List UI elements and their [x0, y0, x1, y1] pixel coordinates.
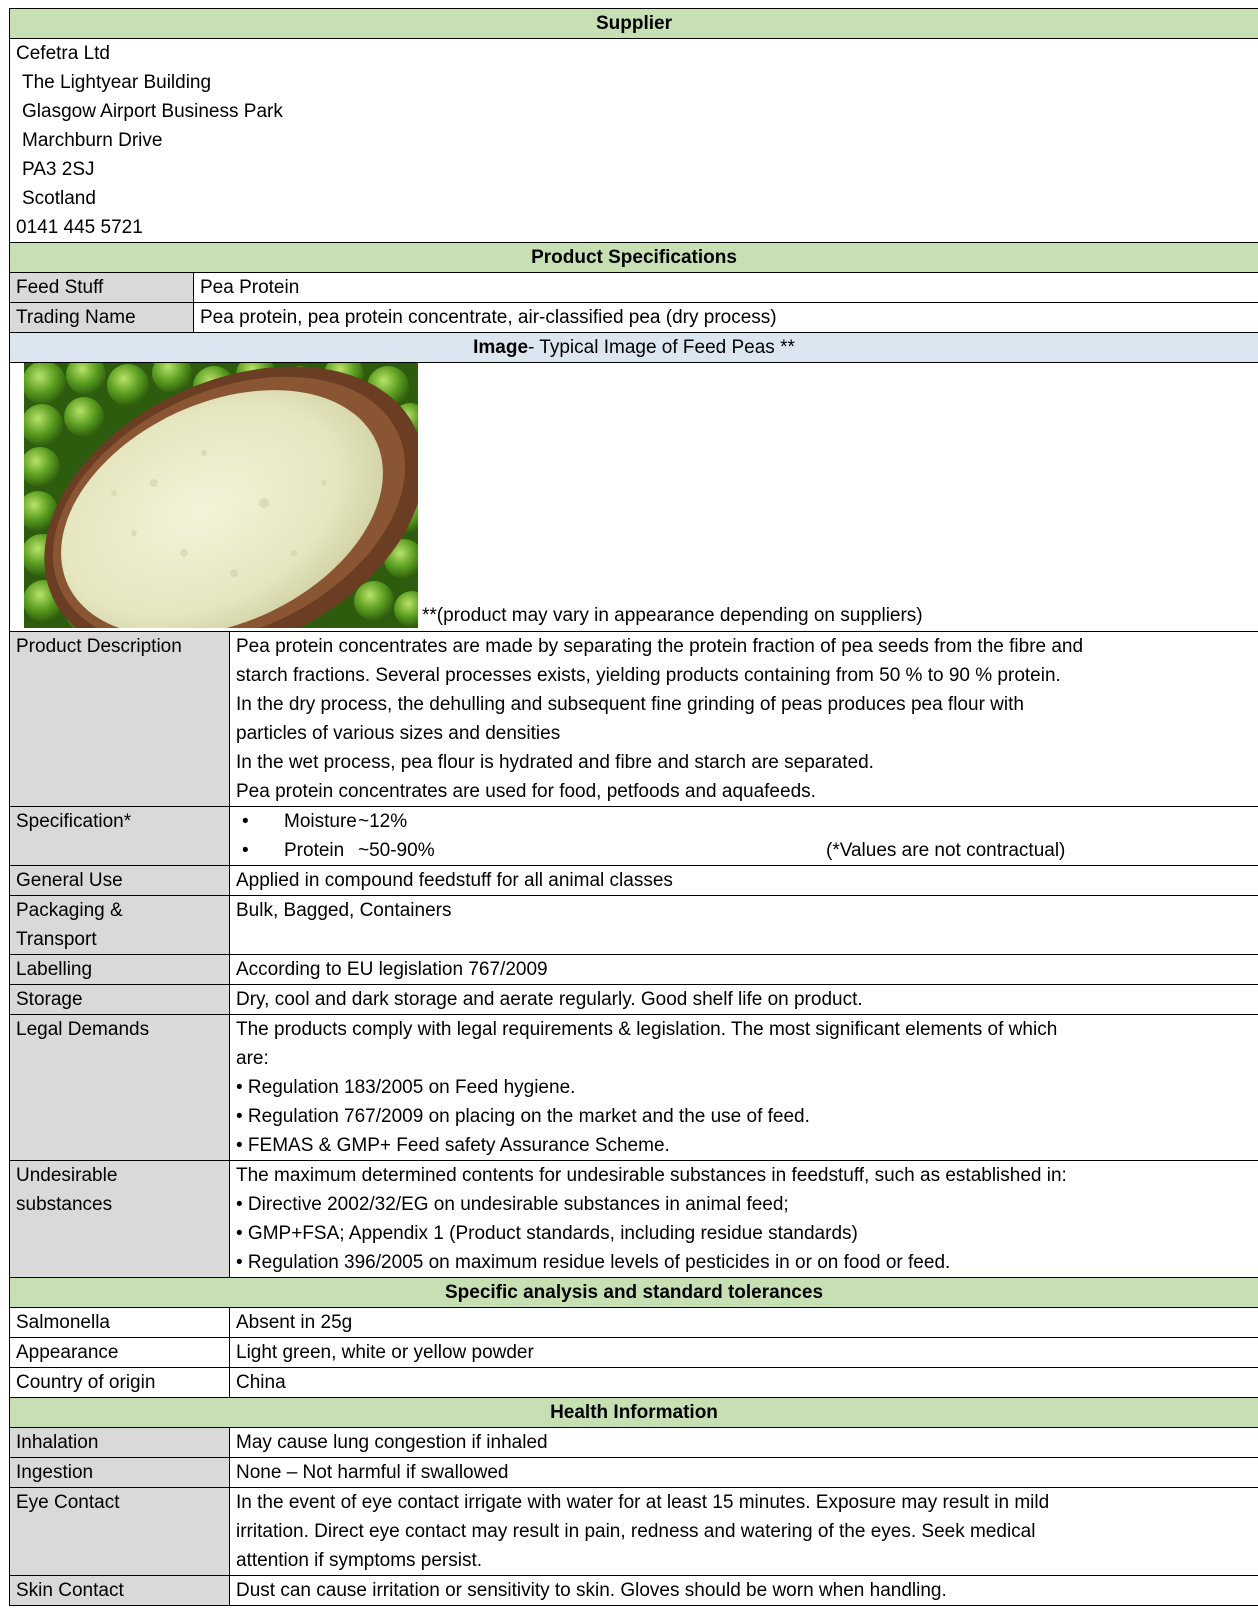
undesirable-line: • Directive 2002/32/EG on undesirable su… [236, 1194, 789, 1215]
undesirable-line: • GMP+FSA; Appendix 1 (Product standards… [236, 1223, 858, 1244]
packaging-label-line: Packaging & [16, 900, 123, 921]
legal-line: • FEMAS & GMP+ Feed safety Assurance Sch… [236, 1135, 670, 1156]
country-of-origin-value: China [229, 1367, 1258, 1398]
ingestion-value: None – Not harmful if swallowed [229, 1457, 1258, 1488]
supplier-header: Supplier [9, 8, 1258, 39]
supplier-address-line: The Lightyear Building [22, 72, 212, 93]
image-header: Image- Typical Image of Feed Peas ** [9, 332, 1258, 363]
undesirable-line: The maximum determined contents for unde… [236, 1165, 1067, 1186]
description-line: In the dry process, the dehulling and su… [236, 694, 1024, 715]
storage-value: Dry, cool and dark storage and aerate re… [229, 984, 1258, 1015]
undesirable-label-line: Undesirable [16, 1165, 118, 1186]
packaging-value: Bulk, Bagged, Containers [229, 895, 1258, 955]
bullet-icon: • [242, 840, 249, 861]
description-line: Pea protein concentrates are used for fo… [236, 781, 816, 802]
general-use-label: General Use [9, 865, 230, 896]
supplier-phone: 0141 445 5721 [16, 217, 143, 238]
spec-item-value: ~50-90% [358, 840, 435, 861]
image-cell: **(product may vary in appearance depend… [9, 362, 1258, 632]
supplier-address-line: Marchburn Drive [22, 130, 163, 151]
country-of-origin-label: Country of origin [9, 1367, 230, 1398]
spec-item-moisture: • Moisture ~12% [236, 808, 1252, 837]
image-caption: **(product may vary in appearance depend… [422, 605, 923, 626]
undesirable-substances-label: Undesirable substances [9, 1160, 230, 1278]
eye-contact-line: In the event of eye contact irrigate wit… [236, 1492, 1050, 1513]
description-line: Pea protein concentrates are made by sep… [236, 636, 1084, 657]
supplier-address-line: Glasgow Airport Business Park [22, 101, 283, 122]
spec-item-name: Protein [284, 840, 345, 861]
undesirable-substances-value: The maximum determined contents for unde… [229, 1160, 1258, 1278]
product-description-value: Pea protein concentrates are made by sep… [229, 631, 1258, 807]
ingestion-label: Ingestion [9, 1457, 230, 1488]
storage-label: Storage [9, 984, 230, 1015]
product-spec-sheet: Supplier Cefetra Ltd The Lightyear Build… [9, 8, 1258, 1606]
appearance-value: Light green, white or yellow powder [229, 1337, 1258, 1368]
analysis-header: Specific analysis and standard tolerance… [9, 1277, 1258, 1308]
image-header-bold: Image [473, 337, 529, 358]
supplier-postcode: PA3 2SJ [22, 159, 95, 180]
specification-label: Specification* [9, 806, 230, 866]
spec-item-value: ~12% [358, 811, 408, 832]
feed-stuff-label: Feed Stuff [9, 272, 194, 303]
feed-stuff-value: Pea Protein [193, 272, 1258, 303]
eye-contact-line: attention if symptoms persist. [236, 1550, 483, 1571]
description-line: starch fractions. Several processes exis… [236, 665, 1061, 686]
inhalation-value: May cause lung congestion if inhaled [229, 1427, 1258, 1458]
description-line: In the wet process, pea flour is hydrate… [236, 752, 874, 773]
trading-name-label: Trading Name [9, 302, 194, 333]
specification-value: • Moisture ~12% • Protein ~50-90% (*Valu… [229, 806, 1258, 866]
appearance-label: Appearance [9, 1337, 230, 1368]
health-header: Health Information [9, 1397, 1258, 1428]
salmonella-value: Absent in 25g [229, 1307, 1258, 1338]
pea-photo-icon [24, 363, 418, 628]
skin-contact-label: Skin Contact [9, 1575, 230, 1606]
packaging-label-line: Transport [16, 929, 97, 950]
legal-line: • Regulation 183/2005 on Feed hygiene. [236, 1077, 576, 1098]
packaging-label: Packaging & Transport [9, 895, 230, 955]
legal-demands-value: The products comply with legal requireme… [229, 1014, 1258, 1161]
salmonella-label: Salmonella [9, 1307, 230, 1338]
undesirable-line: • Regulation 396/2005 on maximum residue… [236, 1252, 951, 1273]
eye-contact-value: In the event of eye contact irrigate wit… [229, 1487, 1258, 1576]
legal-demands-label: Legal Demands [9, 1014, 230, 1161]
supplier-name: Cefetra Ltd [16, 43, 110, 64]
eye-contact-label: Eye Contact [9, 1487, 230, 1576]
labelling-label: Labelling [9, 954, 230, 985]
inhalation-label: Inhalation [9, 1427, 230, 1458]
image-header-text: - Typical Image of Feed Peas ** [528, 337, 795, 358]
labelling-value: According to EU legislation 767/2009 [229, 954, 1258, 985]
bullet-icon: • [242, 811, 249, 832]
skin-contact-value: Dust can cause irritation or sensitivity… [229, 1575, 1258, 1606]
legal-line: • Regulation 767/2009 on placing on the … [236, 1106, 810, 1127]
spec-item-protein: • Protein ~50-90% (*Values are not contr… [236, 836, 1252, 865]
spec-item-name: Moisture [284, 811, 357, 832]
description-line: particles of various sizes and densities [236, 723, 561, 744]
undesirable-label-line: substances [16, 1194, 113, 1215]
legal-line: The products comply with legal requireme… [236, 1019, 1058, 1040]
spec-note: (*Values are not contractual) [826, 840, 1066, 861]
supplier-address: Cefetra Ltd The Lightyear Building Glasg… [9, 38, 1258, 243]
eye-contact-line: irritation. Direct eye contact may resul… [236, 1521, 1036, 1542]
pea-protein-photo [24, 363, 418, 628]
legal-line: are: [236, 1048, 269, 1069]
general-use-value: Applied in compound feedstuff for all an… [229, 865, 1258, 896]
trading-name-value: Pea protein, pea protein concentrate, ai… [193, 302, 1258, 333]
product-specs-header: Product Specifications [9, 242, 1258, 273]
product-description-label: Product Description [9, 631, 230, 807]
supplier-country: Scotland [22, 188, 96, 209]
